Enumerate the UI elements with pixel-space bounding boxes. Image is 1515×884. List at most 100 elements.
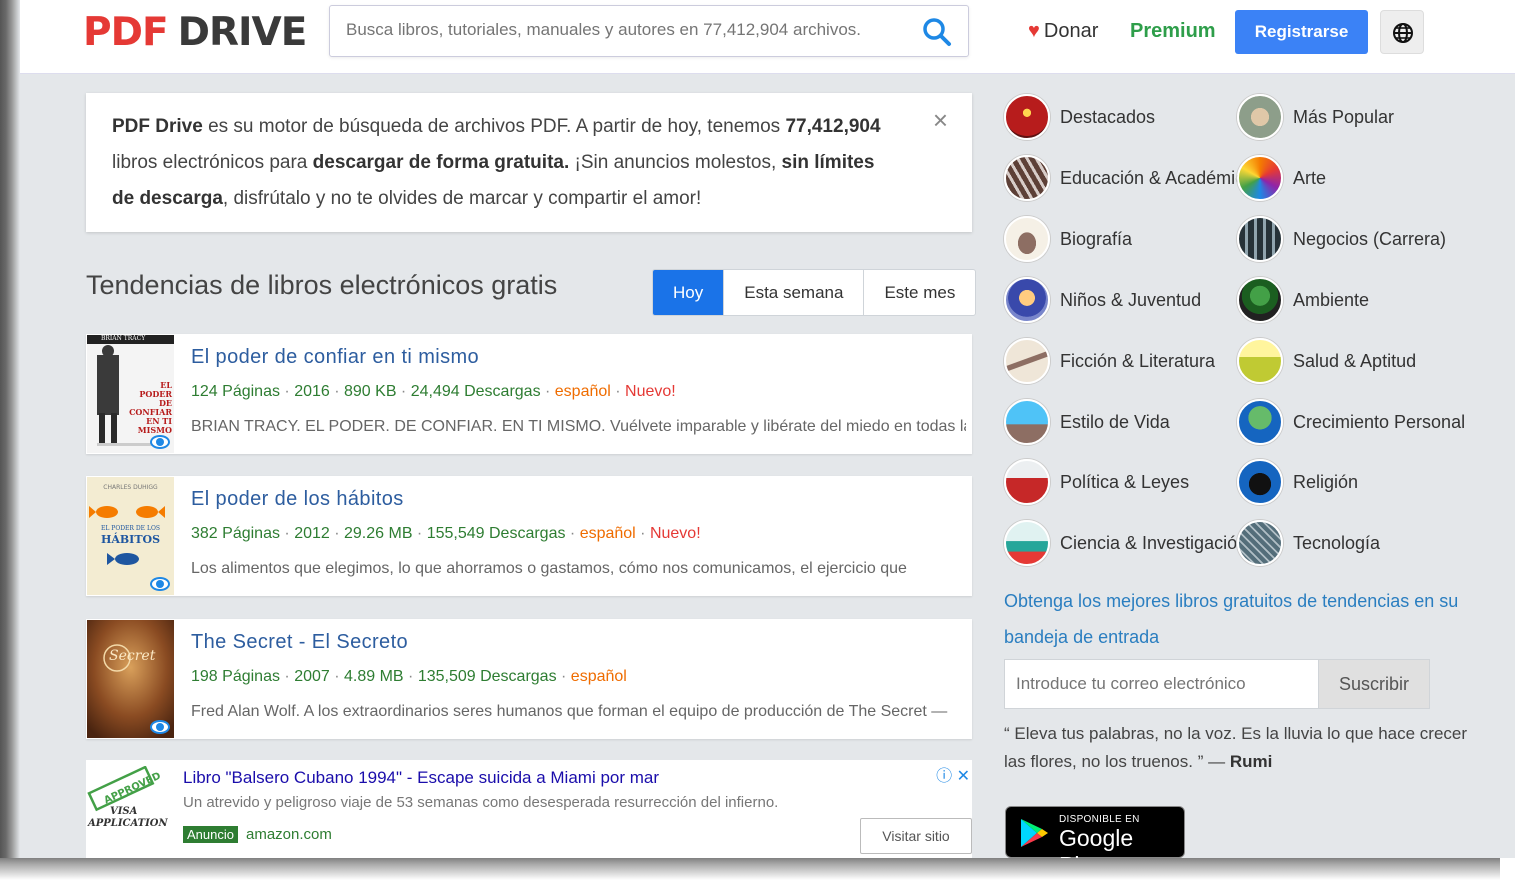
category-religion[interactable]: Religión [1237,457,1358,507]
intro-count: 77,412,904 [785,116,881,137]
book-size: 29.26 MB [344,525,413,542]
category-ambiente[interactable]: Ambiente [1237,275,1369,325]
cover-author: BRIAN TRACY [101,335,146,342]
ad-banner[interactable]: APPROVED VISA APPLICATION Libro "Balsero… [86,760,972,858]
email-input[interactable] [1016,674,1306,694]
category-negocios[interactable]: Negocios (Carrera) [1237,214,1446,264]
book-item[interactable]: CHARLES DUHIGG EL PODER DE LOS HÁBITOS E… [86,476,972,596]
subscribe-button[interactable]: Suscribir [1318,659,1430,709]
category-label: Estilo de Vida [1060,411,1170,432]
category-educacion[interactable]: Educación & Académica [1004,153,1254,203]
category-ninos[interactable]: Niños & Juventud [1004,275,1201,325]
book-item[interactable]: BRIAN TRACY EL PODER DE CONFIAR EN TI MI… [86,334,972,454]
category-label: Más Popular [1293,106,1395,127]
category-label: Ciencia & Investigación [1060,532,1248,553]
ad-info-close-icon[interactable]: ⓘ ✕ [936,762,970,786]
circuit-icon [1237,520,1283,566]
cover-subtitle: EL PODER DE LOS [101,525,160,532]
category-label: Biografía [1060,228,1133,249]
category-ficcion[interactable]: Ficción & Literatura [1004,336,1215,386]
category-label: Arte [1293,167,1327,188]
book-icon [1004,216,1050,262]
heart-icon: ♥ [1028,20,1040,42]
book-pages: 382 Páginas [191,525,280,542]
tab-this-month[interactable]: Este mes [863,270,975,315]
site-logo[interactable]: PDF DRIVE [83,10,307,55]
book-title[interactable]: El poder de los hábitos [191,488,404,511]
category-destacados[interactable]: Destacados [1004,92,1155,142]
category-salud[interactable]: Salud & Aptitud [1237,336,1416,386]
email-field [1004,659,1318,709]
category-label: Tecnología [1293,532,1381,553]
premium-link[interactable]: Premium [1130,20,1216,43]
open-book-icon [1004,338,1050,384]
book-language: español [579,525,636,542]
category-label: Salud & Aptitud [1293,350,1417,371]
category-label: Niños & Juventud [1060,289,1202,310]
gplay-small-text: DISPONIBLE EN [1059,814,1140,825]
book-downloads: 24,494 Descargas [410,383,541,400]
language-button[interactable] [1380,10,1424,54]
search-box [329,5,969,57]
theater-icon [1004,94,1050,140]
cover-title: EL PODER DE CONFIAR EN TI MISMO [129,380,172,435]
category-tecnologia[interactable]: Tecnología [1237,518,1380,568]
book-meta: 198 Páginas · 2007 · 4.89 MB · 135,509 D… [191,668,627,685]
category-label: Ambiente [1293,289,1370,310]
field-icon [1237,338,1283,384]
browser-viewport: PDFDRIVE ♥Donar Premium Registrarse PDF … [20,0,1515,858]
preview-eye-icon[interactable] [150,435,170,449]
intro-text-4: , disfrútalo y no te olvides de marcar y… [222,188,702,209]
donate-label: Donar [1043,20,1099,42]
category-label: Ficción & Literatura [1060,350,1216,371]
ad-text: Un atrevido y peligroso viaje de 53 sema… [183,794,779,811]
category-arte[interactable]: Arte [1237,153,1326,203]
book-cover[interactable]: BRIAN TRACY EL PODER DE CONFIAR EN TI MI… [87,335,174,453]
tab-this-week[interactable]: Esta semana [723,270,863,315]
ad-badge: Anuncio [183,826,238,843]
category-label: Religión [1293,471,1359,492]
google-play-badge[interactable]: DISPONIBLE EN Google Play [1005,806,1185,858]
close-icon[interactable]: × [933,107,948,133]
globe-icon [1393,23,1413,43]
newsletter-text[interactable]: Obtenga los mejores libros gratuitos de … [1004,583,1484,655]
category-estilo-de-vida[interactable]: Estilo de Vida [1004,397,1170,447]
ad-stamp-application: APPLICATION [88,818,168,829]
donate-link[interactable]: ♥ Donar [1028,20,1098,43]
cover-title: Secret [109,648,156,664]
intro-text-1: es su motor de búsqueda de archivos PDF.… [202,116,786,137]
book-cover[interactable]: Secret [87,620,174,738]
intro-text-2: libros electrónicos para [112,152,313,173]
book-meta: 124 Páginas · 2016 · 890 KB · 24,494 Des… [191,383,676,400]
book-title[interactable]: The Secret - El Secreto [191,631,408,654]
book-description: Fred Alan Wolf. A los extraordinarios se… [191,703,948,720]
ad-title[interactable]: Libro "Balsero Cubano 1994" - Escape sui… [183,768,659,788]
book-language: español [554,383,611,400]
book-size: 4.89 MB [344,668,404,685]
tree-icon [1237,277,1283,323]
visit-site-button[interactable]: Visitar sitio [860,818,972,854]
ad-stamp-visa: VISA [110,806,138,817]
category-mas-popular[interactable]: Más Popular [1237,92,1394,142]
book-new-badge: Nuevo! [625,383,676,400]
book-year: 2016 [294,383,330,400]
book-cover[interactable]: CHARLES DUHIGG EL PODER DE LOS HÁBITOS [87,477,174,595]
register-button[interactable]: Registrarse [1235,10,1368,54]
book-item[interactable]: Secret The Secret - El Secreto 198 Págin… [86,619,972,739]
logo-part-pdf: PDF [83,10,169,55]
category-ciencia[interactable]: Ciencia & Investigación [1004,518,1247,568]
search-icon[interactable] [922,17,952,47]
category-biografia[interactable]: Biografía [1004,214,1132,264]
book-pages: 198 Páginas [191,668,280,685]
preview-eye-icon[interactable] [150,720,170,734]
book-title[interactable]: El poder de confiar en ti mismo [191,346,479,369]
tab-today[interactable]: Hoy [653,270,724,315]
book-meta: 382 Páginas · 2012 · 29.26 MB · 155,549 … [191,525,701,542]
category-politica[interactable]: Política & Leyes [1004,457,1189,507]
search-input[interactable] [346,20,906,40]
category-crecimiento-personal[interactable]: Crecimiento Personal [1237,397,1465,447]
preview-eye-icon[interactable] [150,577,170,591]
ad-domain[interactable]: amazon.com [246,826,332,843]
quote-author: Rumi [1229,752,1273,771]
book-size: 890 KB [344,383,397,400]
